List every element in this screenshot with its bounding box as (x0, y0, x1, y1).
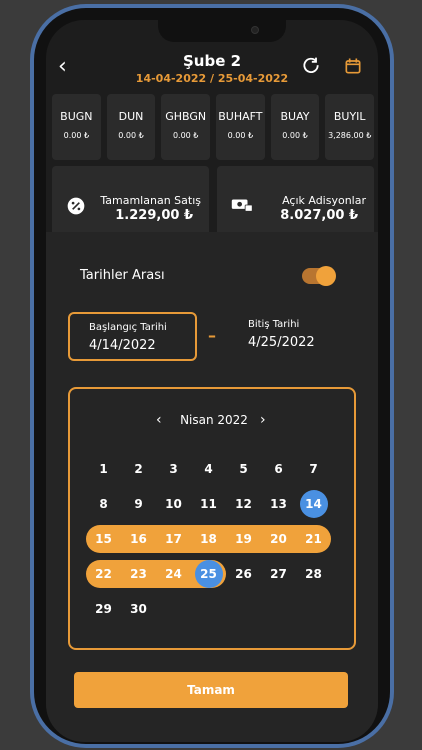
calendar-day[interactable]: 13 (261, 490, 296, 518)
tile-value: 0.00 ₺ (282, 131, 308, 140)
calendar-icon[interactable] (343, 56, 363, 76)
calendar-day[interactable]: 5 (226, 455, 261, 483)
card-label: Tamamlanan Satış (100, 194, 201, 207)
start-date-field[interactable]: Başlangıç Tarihi 4/14/2022 (68, 312, 197, 361)
open-checks-card[interactable]: Açık Adisyonlar 8.027,00 ₺ (217, 166, 374, 240)
period-tiles: BUGN 0.00 ₺ DUN 0.00 ₺ GHBGN 0.00 ₺ BUHAFT 0… (52, 94, 375, 160)
calendar-day[interactable]: 26 (226, 560, 261, 588)
tile-value: 0.00 ₺ (63, 131, 90, 140)
refresh-icon[interactable] (301, 56, 321, 76)
tile-value: 0.00 ₺ (118, 131, 144, 140)
calendar-day-in-range[interactable]: 24 (156, 559, 191, 588)
calendar-day-in-range[interactable]: 17 (156, 524, 191, 553)
calendar-day-in-range[interactable]: 21 (296, 524, 331, 553)
calendar-day[interactable]: 3 (156, 455, 191, 483)
selected-end-marker: 25 (194, 559, 223, 588)
selected-start-marker: 14 (299, 489, 328, 518)
calendar-day[interactable]: 1 (86, 455, 121, 483)
cash-lock-icon (231, 199, 253, 212)
calendar-week: 8 9 10 11 12 13 14 (86, 486, 342, 521)
tile-buhaft[interactable]: BUHAFT 0.00 ₺ (216, 94, 265, 160)
date-range-text: 14-04-2022 / 25-04-2022 (135, 72, 289, 85)
calendar-grid: 1 2 3 4 5 6 7 8 9 10 11 12 13 14 15 16 1… (86, 451, 342, 626)
calendar-day[interactable]: 11 (191, 490, 226, 518)
calendar-day-empty (296, 595, 331, 623)
tile-label: DUN (118, 110, 144, 123)
start-date-label: Başlangıç Tarihi (89, 322, 167, 333)
tile-label: BUYIL (333, 110, 366, 123)
tile-buay[interactable]: BUAY 0.00 ₺ (270, 94, 320, 160)
month-title: Nisan 2022 (180, 413, 248, 427)
calendar-day-in-range[interactable]: 23 (121, 559, 156, 588)
calendar-day-in-range[interactable]: 18 (191, 524, 226, 553)
next-month-icon[interactable]: › (260, 412, 266, 428)
tile-label: BUGN (60, 110, 93, 123)
calendar-week: 29 30 (86, 591, 342, 626)
notch (158, 20, 286, 42)
tile-value: 0.00 ₺ (227, 131, 254, 140)
calendar-week: 22 23 24 25 26 27 28 (86, 556, 342, 591)
tile-value: 3,286.00 ₺ (328, 131, 372, 140)
tile-dun[interactable]: DUN 0.00 ₺ (106, 94, 156, 160)
calendar-day[interactable]: 29 (86, 595, 121, 623)
confirm-button[interactable]: Tamam (74, 672, 348, 708)
page: ‹ Şube 2 14-04-2022 / 25-04-2022 BUGN 0.0… (0, 0, 422, 750)
calendar-week: 15 16 17 18 19 20 21 (86, 521, 342, 556)
tile-ghbgn[interactable]: GHBGN 0.00 ₺ (161, 94, 211, 160)
range-dash: – (208, 326, 216, 345)
card-value: 8.027,00 ₺ (280, 208, 358, 223)
card-value: 1.229,00 ₺ (115, 208, 193, 223)
page-title: Şube 2 (182, 52, 242, 70)
calendar-day-empty (261, 595, 296, 623)
calendar-day[interactable]: 27 (261, 560, 296, 588)
tile-label: BUHAFT (218, 110, 263, 123)
calendar-day-selected-start[interactable]: 14 (296, 489, 331, 518)
calendar-day-in-range[interactable]: 20 (261, 524, 296, 553)
calendar-week: 1 2 3 4 5 6 7 (86, 451, 342, 486)
end-date-label: Bitiş Tarihi (248, 319, 300, 330)
calendar-day[interactable]: 9 (121, 490, 156, 518)
calendar-day[interactable]: 2 (121, 455, 156, 483)
end-date-value: 4/25/2022 (248, 335, 315, 350)
range-toggle[interactable] (302, 266, 336, 286)
card-label: Açık Adisyonlar (282, 194, 366, 207)
camera (251, 26, 259, 34)
date-range-sheet: Tarihler Arası Başlangıç Tarihi 4/14/202… (46, 232, 378, 742)
completed-sales-card[interactable]: Tamamlanan Satış 1.229,00 ₺ (52, 166, 209, 240)
calendar-day[interactable]: 10 (156, 490, 191, 518)
tile-label: GHBGN (165, 110, 207, 123)
calendar-day-empty (191, 595, 226, 623)
calendar-day[interactable]: 7 (296, 455, 331, 483)
calendar-day-selected-end[interactable]: 25 (191, 559, 226, 588)
calendar-day-empty (156, 595, 191, 623)
calendar-day[interactable]: 30 (121, 595, 156, 623)
toggle-knob (316, 266, 336, 286)
tile-buyil[interactable]: BUYIL 3,286.00 ₺ (325, 94, 375, 160)
tile-bugn[interactable]: BUGN 0.00 ₺ (52, 94, 101, 160)
calendar-day[interactable]: 6 (261, 455, 296, 483)
calendar-day-empty (226, 595, 261, 623)
calendar-day[interactable]: 8 (86, 490, 121, 518)
calendar-day[interactable]: 28 (296, 560, 331, 588)
calendar-day-in-range[interactable]: 16 (121, 524, 156, 553)
calendar-day-in-range[interactable]: 15 (86, 524, 121, 553)
app-screen: ‹ Şube 2 14-04-2022 / 25-04-2022 BUGN 0.0… (46, 20, 378, 742)
calendar-day[interactable]: 12 (226, 490, 261, 518)
percent-badge-icon (67, 197, 85, 215)
calendar: ‹ Nisan 2022 › 1 2 3 4 5 6 7 8 9 10 11 1… (68, 387, 356, 650)
calendar-day[interactable]: 4 (191, 455, 226, 483)
summary-cards: Tamamlanan Satış 1.229,00 ₺ Açık Adisyon… (52, 166, 374, 240)
calendar-day-in-range[interactable]: 22 (86, 559, 121, 588)
tile-label: BUAY (280, 110, 310, 123)
calendar-day-in-range[interactable]: 19 (226, 524, 261, 553)
range-label: Tarihler Arası (80, 268, 165, 283)
tile-value: 0.00 ₺ (172, 131, 199, 140)
start-date-value: 4/14/2022 (89, 338, 156, 353)
